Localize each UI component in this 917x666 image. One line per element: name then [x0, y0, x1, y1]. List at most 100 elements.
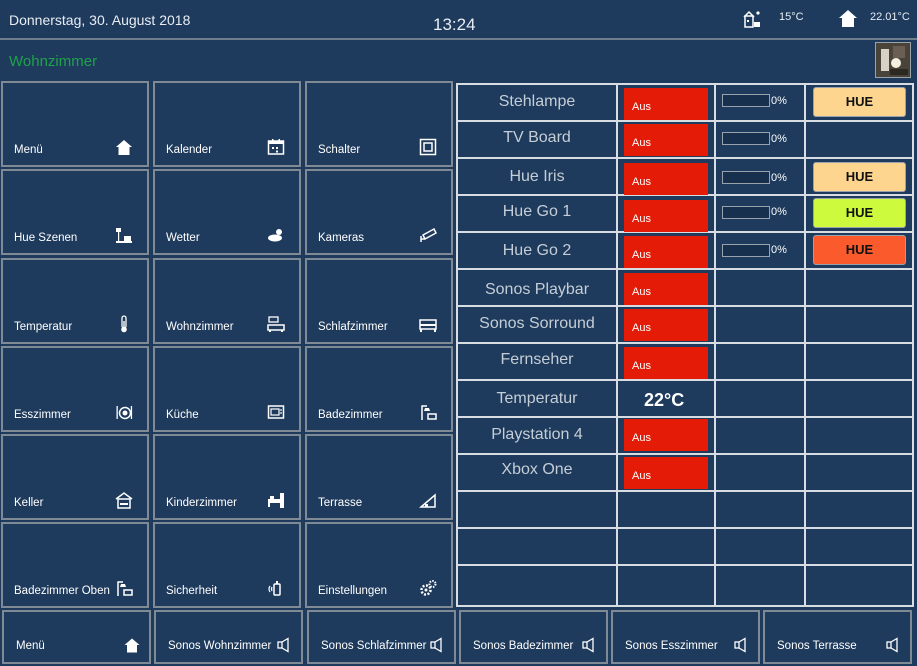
shower-icon: [117, 581, 133, 596]
tile-label: Einstellungen: [318, 585, 388, 597]
tile-label: Kalender: [166, 144, 213, 156]
tile-wohnzimmer[interactable]: Wohnzimmer: [153, 258, 301, 344]
thermometer-icon: [121, 315, 127, 333]
dimmer-slider[interactable]: [722, 171, 770, 184]
grid-divider: [458, 157, 912, 159]
tile-esszimmer[interactable]: Esszimmer: [1, 346, 149, 432]
dimmer-slider[interactable]: [722, 206, 770, 219]
tile-schalter[interactable]: Schalter: [305, 81, 453, 167]
tile-terrasse[interactable]: Terrasse: [305, 434, 453, 520]
tile-label: Keller: [14, 497, 44, 509]
dimmer-value: 0%: [771, 206, 787, 218]
device-grid: Stehlampe Aus 0% HUE TV Board Aus 0% Hue…: [456, 83, 914, 607]
bottom-button-label: Sonos Badezimmer: [473, 640, 574, 652]
hue-color-button[interactable]: HUE: [813, 198, 906, 228]
power-toggle-sonos-playbar[interactable]: Aus: [624, 273, 708, 305]
tile-kalender[interactable]: Kalender: [153, 81, 301, 167]
sonos-terrasse-button[interactable]: Sonos Terrasse: [763, 610, 912, 664]
power-toggle-hue-go-1[interactable]: Aus: [624, 200, 708, 232]
device-name: Hue Go 1: [502, 203, 572, 220]
device-name: Fernseher: [500, 351, 574, 368]
dimmer-slider[interactable]: [722, 132, 770, 145]
terrace-icon: [419, 493, 436, 508]
power-toggle-hue-go-2[interactable]: Aus: [624, 236, 708, 268]
speaker-icon: [582, 637, 594, 653]
tile-kinderzimmer[interactable]: Kinderzimmer: [153, 434, 301, 520]
power-toggle-fernseher[interactable]: Aus: [624, 347, 708, 379]
basement-icon: [115, 492, 133, 509]
power-toggle-hue-iris[interactable]: Aus: [624, 163, 708, 195]
hue-color-button[interactable]: HUE: [813, 235, 906, 265]
bottom-button-label: Sonos Wohnzimmer: [168, 640, 272, 652]
hue-color-button[interactable]: HUE: [813, 87, 906, 117]
power-toggle-stehlampe[interactable]: Aus: [624, 88, 708, 120]
device-name: Stehlampe: [498, 93, 576, 110]
power-toggle-tv-board[interactable]: Aus: [624, 124, 708, 156]
tile-label: Sicherheit: [166, 585, 218, 597]
grid-divider: [458, 268, 912, 270]
dimmer-slider[interactable]: [722, 94, 770, 107]
tile-einstellungen[interactable]: Einstellungen: [305, 522, 453, 608]
tile-hue-szenen[interactable]: Hue Szenen: [1, 169, 149, 255]
home-icon: [124, 638, 140, 653]
sofa-icon: [267, 316, 285, 332]
power-toggle-xbox-one[interactable]: Aus: [624, 457, 708, 489]
dining-icon: [116, 406, 133, 420]
speaker-icon: [277, 637, 289, 653]
grid-divider: [458, 453, 912, 455]
top-bar: Donnerstag, 30. August 2018 13:24 15°C 2…: [0, 0, 917, 40]
device-name: Hue Iris: [509, 168, 565, 185]
bottom-button-label: Sonos Esszimmer: [625, 640, 718, 652]
home-icon: [116, 140, 132, 155]
tile-label: Esszimmer: [14, 409, 71, 421]
sonos-badezimmer-button[interactable]: Sonos Badezimmer: [459, 610, 608, 664]
grid-divider: [458, 305, 912, 307]
device-name: Hue Go 2: [502, 242, 572, 259]
sonos-wohnzimmer-button[interactable]: Sonos Wohnzimmer: [154, 610, 303, 664]
grid-divider: [458, 120, 912, 122]
dimmer-value: 0%: [771, 133, 787, 145]
tile-label: Hue Szenen: [14, 232, 78, 244]
current-date: Donnerstag, 30. August 2018: [9, 12, 191, 28]
grid-divider: [458, 490, 912, 492]
dimmer-value: 0%: [771, 244, 787, 256]
grid-divider: [458, 379, 912, 381]
device-name: Sonos Playbar: [484, 281, 590, 298]
grid-divider: [458, 527, 912, 529]
tile-kueche[interactable]: Küche: [153, 346, 301, 432]
tile-keller[interactable]: Keller: [1, 434, 149, 520]
calendar-icon: [267, 139, 285, 155]
grid-divider: [458, 564, 912, 566]
sonos-schlafzimmer-button[interactable]: Sonos Schlafzimmer: [307, 610, 456, 664]
speaker-icon: [734, 637, 746, 653]
tile-badezimmer[interactable]: Badezimmer: [305, 346, 453, 432]
tile-label: Schalter: [318, 144, 361, 156]
tile-label: Temperatur: [14, 321, 73, 333]
tile-label: Kameras: [318, 232, 365, 244]
dimmer-slider[interactable]: [722, 244, 770, 257]
device-name: TV Board: [503, 129, 571, 146]
device-name: Xbox One: [501, 461, 573, 478]
power-toggle-playstation-4[interactable]: Aus: [624, 419, 708, 451]
device-name: Playstation 4: [491, 426, 583, 443]
hue-color-button[interactable]: HUE: [813, 162, 906, 192]
tile-badezimmer-oben[interactable]: Badezimmer Oben: [1, 522, 149, 608]
tile-schlafzimmer[interactable]: Schlafzimmer: [305, 258, 453, 344]
device-name: Temperatur: [496, 390, 578, 407]
bottom-bar: Menü Sonos Wohnzimmer Sonos Schlafzimmer…: [0, 610, 917, 666]
tile-wetter[interactable]: Wetter: [153, 169, 301, 255]
room-title: Wohnzimmer: [9, 53, 98, 70]
sonos-esszimmer-button[interactable]: Sonos Esszimmer: [611, 610, 760, 664]
tile-temperatur[interactable]: Temperatur: [1, 258, 149, 344]
bottom-menu-button[interactable]: Menü: [2, 610, 151, 664]
tile-kameras[interactable]: Kameras: [305, 169, 453, 255]
tile-label: Küche: [166, 409, 199, 421]
tile-menu[interactable]: Menü: [1, 81, 149, 167]
power-toggle-sonos-sorround[interactable]: Aus: [624, 309, 708, 341]
switch-icon: [419, 138, 437, 156]
tile-sicherheit[interactable]: Sicherheit: [153, 522, 301, 608]
tile-label: Wohnzimmer: [166, 321, 234, 333]
indoor-temperature: 22.01°C: [870, 11, 910, 23]
room-photo[interactable]: [875, 42, 911, 78]
bottom-button-label: Menü: [16, 640, 45, 652]
